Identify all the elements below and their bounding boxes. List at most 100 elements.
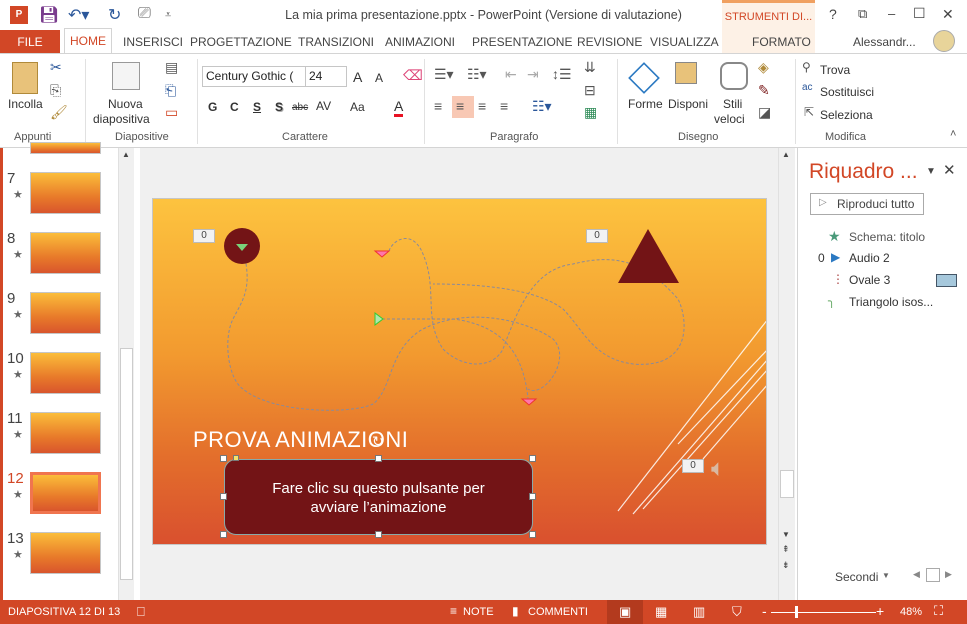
font-name-select[interactable]: Century Gothic ( (202, 66, 306, 87)
align-left-icon[interactable]: ≡ (434, 98, 442, 114)
tab-transizioni[interactable]: TRANSIZIONI (298, 35, 374, 49)
strikethrough-button[interactable]: abc (292, 102, 308, 113)
slide-thumbnail-7[interactable] (30, 172, 101, 214)
quick-styles-label-1[interactable]: Stili (723, 97, 742, 111)
shadow-button[interactable]: S (275, 100, 283, 114)
timing-bar[interactable] (936, 274, 957, 287)
resize-handle[interactable] (220, 455, 227, 462)
find-button[interactable]: Trova (820, 63, 850, 77)
font-size-select[interactable]: 24 (305, 66, 347, 87)
arrange-icon[interactable] (675, 62, 697, 84)
animation-item[interactable]: Triangolo isos... (849, 295, 933, 309)
pane-options-icon[interactable]: ▼ (926, 166, 936, 177)
normal-view-button[interactable]: ▣ (607, 600, 643, 624)
previous-slide-icon[interactable]: ⇞ (782, 544, 790, 555)
close-button[interactable]: ✕ (942, 6, 954, 23)
shapes-icon[interactable] (628, 62, 660, 94)
animation-trigger-button[interactable]: Fare clic su questo pulsante per avviare… (224, 459, 533, 535)
align-right-icon[interactable]: ≡ (478, 98, 486, 114)
ribbon-display-icon[interactable]: ⧉ (858, 6, 867, 22)
resize-handle[interactable] (529, 455, 536, 462)
slideshow-icon[interactable]: ⛉ (732, 604, 742, 620)
zoom-out-button[interactable]: - (762, 603, 767, 619)
tab-progettazione[interactable]: PROGETTAZIONE (190, 35, 292, 49)
slide-thumbnail-6[interactable] (30, 142, 101, 154)
slide-scrollbar[interactable]: ▲ ▼ ⇞ ⇟ (778, 148, 795, 600)
align-text-icon[interactable]: ⊟ (584, 82, 596, 99)
scroll-down-icon[interactable]: ▼ (782, 530, 790, 539)
scrollbar-thumb[interactable] (120, 348, 133, 580)
adjust-handle[interactable] (233, 455, 239, 461)
resize-handle[interactable] (529, 531, 536, 538)
thumbnails-scrollbar[interactable]: ▲ (118, 148, 134, 600)
scroll-up-icon[interactable]: ▲ (122, 150, 130, 159)
tab-visualizza[interactable]: VISUALIZZA (650, 35, 719, 49)
timeline-scroll-thumb[interactable] (926, 568, 940, 582)
grow-font-button[interactable]: A (353, 69, 362, 85)
quick-styles-label-2[interactable]: veloci (714, 112, 745, 126)
tab-inserisci[interactable]: INSERISCI (123, 35, 183, 49)
select-button[interactable]: Seleziona (820, 108, 873, 122)
line-spacing-icon[interactable]: ↕☰ (552, 66, 572, 83)
numbering-icon[interactable]: ☷▾ (467, 66, 487, 83)
bold-button[interactable]: G (208, 100, 217, 114)
new-slide-label-2[interactable]: diapositiva (93, 112, 150, 126)
layout-icon[interactable]: ▤ (165, 59, 178, 76)
slide-canvas[interactable]: 0 0 0 🔈︎ PROVA ANIMAZIONI Fare clic su q… (152, 198, 767, 545)
slide-sorter-icon[interactable]: ▦ (655, 604, 667, 620)
help-icon[interactable]: ? (829, 6, 837, 22)
collapse-ribbon-icon[interactable]: ˄ (950, 128, 956, 140)
character-spacing-button[interactable]: AV (316, 99, 331, 113)
pane-close-icon[interactable]: ✕ (943, 161, 956, 179)
resize-handle[interactable] (220, 493, 227, 500)
tab-presentazione[interactable]: PRESENTAZIONE (472, 35, 572, 49)
slide-thumbnail-9[interactable] (30, 292, 101, 334)
format-painter-icon[interactable]: 🖌︎ (50, 104, 68, 121)
paste-button[interactable]: Incolla (8, 97, 43, 111)
notes-button[interactable]: NOTE (463, 606, 494, 618)
bullets-icon[interactable]: ☰▾ (434, 66, 454, 83)
shapes-button[interactable]: Forme (628, 97, 663, 111)
justify-icon[interactable]: ≡ (500, 98, 508, 114)
animation-item[interactable]: Ovale 3 (849, 273, 890, 287)
user-account[interactable]: Alessandr... (853, 35, 916, 49)
smartart-icon[interactable]: ▦ (584, 104, 597, 121)
decrease-indent-icon[interactable]: ⇤ (505, 66, 517, 83)
shrink-font-button[interactable]: A (375, 71, 383, 85)
zoom-level[interactable]: 48% (900, 606, 922, 618)
slide-thumbnail-10[interactable] (30, 352, 101, 394)
spell-check-icon[interactable]: ⎕ (137, 604, 145, 620)
tab-home[interactable]: HOME (64, 28, 112, 54)
animation-item[interactable]: Audio 2 (849, 251, 890, 265)
tab-revisione[interactable]: REVISIONE (577, 35, 642, 49)
slide-thumbnail-12[interactable] (30, 472, 101, 514)
copy-icon[interactable]: ⎘ (50, 82, 61, 99)
maximize-button[interactable]: ☐ (913, 5, 926, 22)
columns-icon[interactable]: ☷▾ (532, 98, 552, 115)
cut-icon[interactable]: ✂ (50, 59, 62, 76)
new-slide-icon[interactable] (112, 62, 140, 90)
next-slide-icon[interactable]: ⇟ (782, 560, 790, 571)
increase-indent-icon[interactable]: ⇥ (527, 66, 539, 83)
triangle-shape[interactable] (618, 229, 679, 283)
font-color-button[interactable]: A (394, 98, 404, 117)
animation-item[interactable]: Schema: titolo (849, 230, 925, 244)
rotate-handle-icon[interactable]: ↻ (372, 433, 384, 450)
minimize-button[interactable]: – (888, 6, 895, 21)
scroll-right-icon[interactable]: ▶ (945, 569, 952, 580)
seconds-dropdown[interactable]: Secondi (835, 570, 878, 584)
scrollbar-thumb[interactable] (780, 470, 794, 498)
zoom-in-button[interactable]: + (876, 603, 884, 619)
resize-handle[interactable] (529, 493, 536, 500)
audio-speaker-icon[interactable]: 🔈︎ (711, 455, 725, 483)
fit-to-window-icon[interactable]: ⛶ (934, 603, 943, 619)
play-all-button[interactable]: ▷ Riproduci tutto (810, 193, 924, 215)
scroll-up-icon[interactable]: ▲ (782, 150, 790, 159)
align-center-icon[interactable]: ≡ (456, 98, 464, 114)
zoom-slider-thumb[interactable] (795, 606, 798, 618)
reading-view-icon[interactable]: ▥ (693, 604, 705, 620)
motion-path[interactable] (377, 318, 529, 400)
resize-handle[interactable] (375, 531, 382, 538)
change-case-button[interactable]: Aa (350, 100, 365, 114)
tab-animazioni[interactable]: ANIMAZIONI (385, 35, 455, 49)
